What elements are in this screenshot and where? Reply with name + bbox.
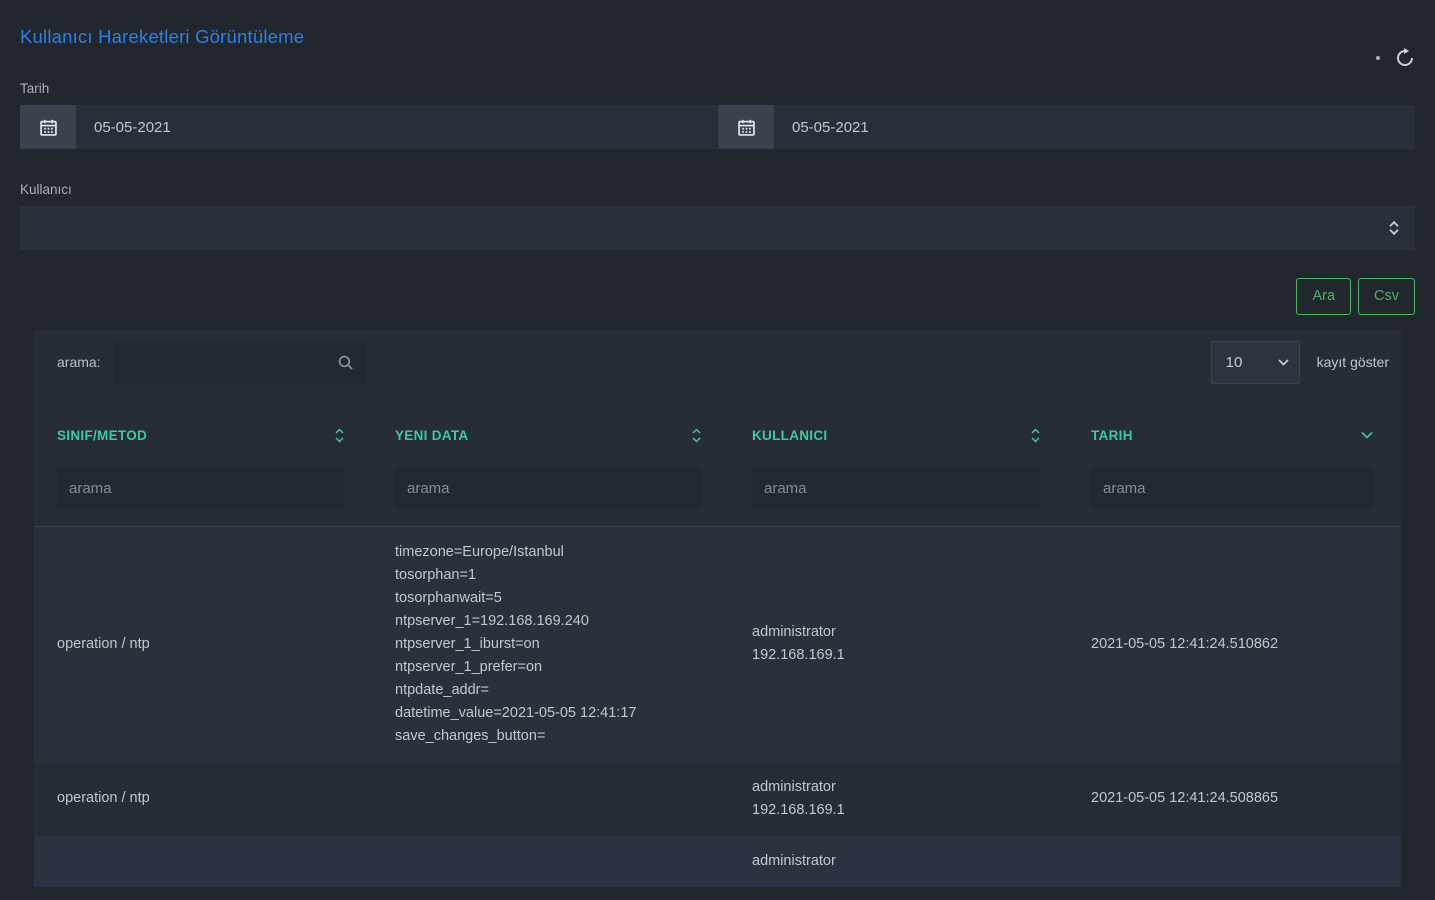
date-to-input[interactable] — [774, 105, 1415, 149]
table-toolbar: arama: 10 kayıt göster — [34, 330, 1401, 396]
page-size-select[interactable]: 10 — [1211, 341, 1300, 384]
calendar-to-button[interactable] — [718, 105, 774, 149]
header-actions — [1376, 48, 1415, 68]
column-header-yeni-data[interactable]: YENI DATA — [372, 408, 729, 461]
results-table: SINIF/METOD YENI DATA — [34, 408, 1401, 887]
date-from-group — [20, 105, 717, 149]
page-size-area: 10 kayıt göster — [1211, 341, 1389, 384]
cell-sinif-metod — [34, 836, 372, 887]
filters-section: Kullanıcı Hareketleri Görüntüleme Tarih — [0, 26, 1435, 315]
user-label: Kullanıcı — [20, 182, 1415, 197]
date-label: Tarih — [20, 81, 1415, 96]
date-range-row — [20, 105, 1415, 149]
column-label: YENI DATA — [395, 428, 468, 443]
cell-tarih: 2021-05-05 12:41:24.510862 — [1068, 526, 1401, 762]
global-search-input[interactable] — [115, 341, 366, 384]
cell-sinif-metod: operation / ntp — [34, 526, 372, 762]
results-panel: arama: 10 kayıt göster — [34, 330, 1401, 887]
sort-both-icon — [335, 428, 344, 443]
filter-input-tarih[interactable] — [1091, 467, 1373, 510]
global-search-wrap — [115, 341, 366, 384]
chevron-down-icon — [1278, 359, 1289, 366]
table-row: administrator — [34, 836, 1401, 887]
cell-yeni-data — [372, 762, 729, 836]
csv-button[interactable]: Csv — [1358, 278, 1415, 315]
filter-input-sinif-metod[interactable] — [57, 467, 344, 510]
calendar-icon — [40, 119, 57, 136]
global-search-label: arama: — [57, 354, 101, 370]
sort-both-icon — [692, 428, 701, 443]
select-updown-icon — [1388, 220, 1400, 236]
table-row: operation / ntp administrator 192.168.16… — [34, 762, 1401, 836]
header-row: SINIF/METOD YENI DATA — [34, 408, 1401, 461]
page-size-suffix: kayıt göster — [1317, 354, 1389, 370]
page-size-value: 10 — [1226, 354, 1243, 371]
column-label: TARIH — [1091, 428, 1133, 443]
column-label: KULLANICI — [752, 428, 827, 443]
cell-tarih: 2021-05-05 12:41:24.508865 — [1068, 762, 1401, 836]
calendar-from-button[interactable] — [20, 105, 76, 149]
status-dot-icon — [1376, 56, 1380, 60]
column-header-tarih[interactable]: TARIH — [1068, 408, 1401, 461]
table-row: operation / ntp timezone=Europe/Istanbul… — [34, 526, 1401, 762]
cell-yeni-data — [372, 836, 729, 887]
filter-input-yeni-data[interactable] — [395, 467, 701, 510]
refresh-icon[interactable] — [1395, 48, 1415, 68]
column-header-kullanici[interactable]: KULLANICI — [729, 408, 1068, 461]
column-filter-row — [34, 461, 1401, 527]
cell-kullanici: administrator 192.168.169.1 — [729, 526, 1068, 762]
search-button[interactable]: Ara — [1296, 278, 1351, 315]
column-header-sinif-metod[interactable]: SINIF/METOD — [34, 408, 372, 461]
cell-sinif-metod: operation / ntp — [34, 762, 372, 836]
date-to-group — [718, 105, 1415, 149]
filter-input-kullanici[interactable] — [752, 467, 1040, 510]
action-buttons: Ara Csv — [20, 278, 1415, 315]
cell-tarih — [1068, 836, 1401, 887]
cell-kullanici: administrator 192.168.169.1 — [729, 762, 1068, 836]
cell-yeni-data: timezone=Europe/Istanbul tosorphan=1 tos… — [372, 526, 729, 762]
calendar-icon — [738, 119, 755, 136]
column-label: SINIF/METOD — [57, 428, 147, 443]
user-select[interactable] — [20, 206, 1415, 250]
date-from-input[interactable] — [76, 105, 717, 149]
sort-both-icon — [1031, 428, 1040, 443]
page-title: Kullanıcı Hareketleri Görüntüleme — [20, 26, 1415, 48]
cell-kullanici: administrator — [729, 836, 1068, 887]
sort-desc-icon — [1361, 431, 1373, 439]
